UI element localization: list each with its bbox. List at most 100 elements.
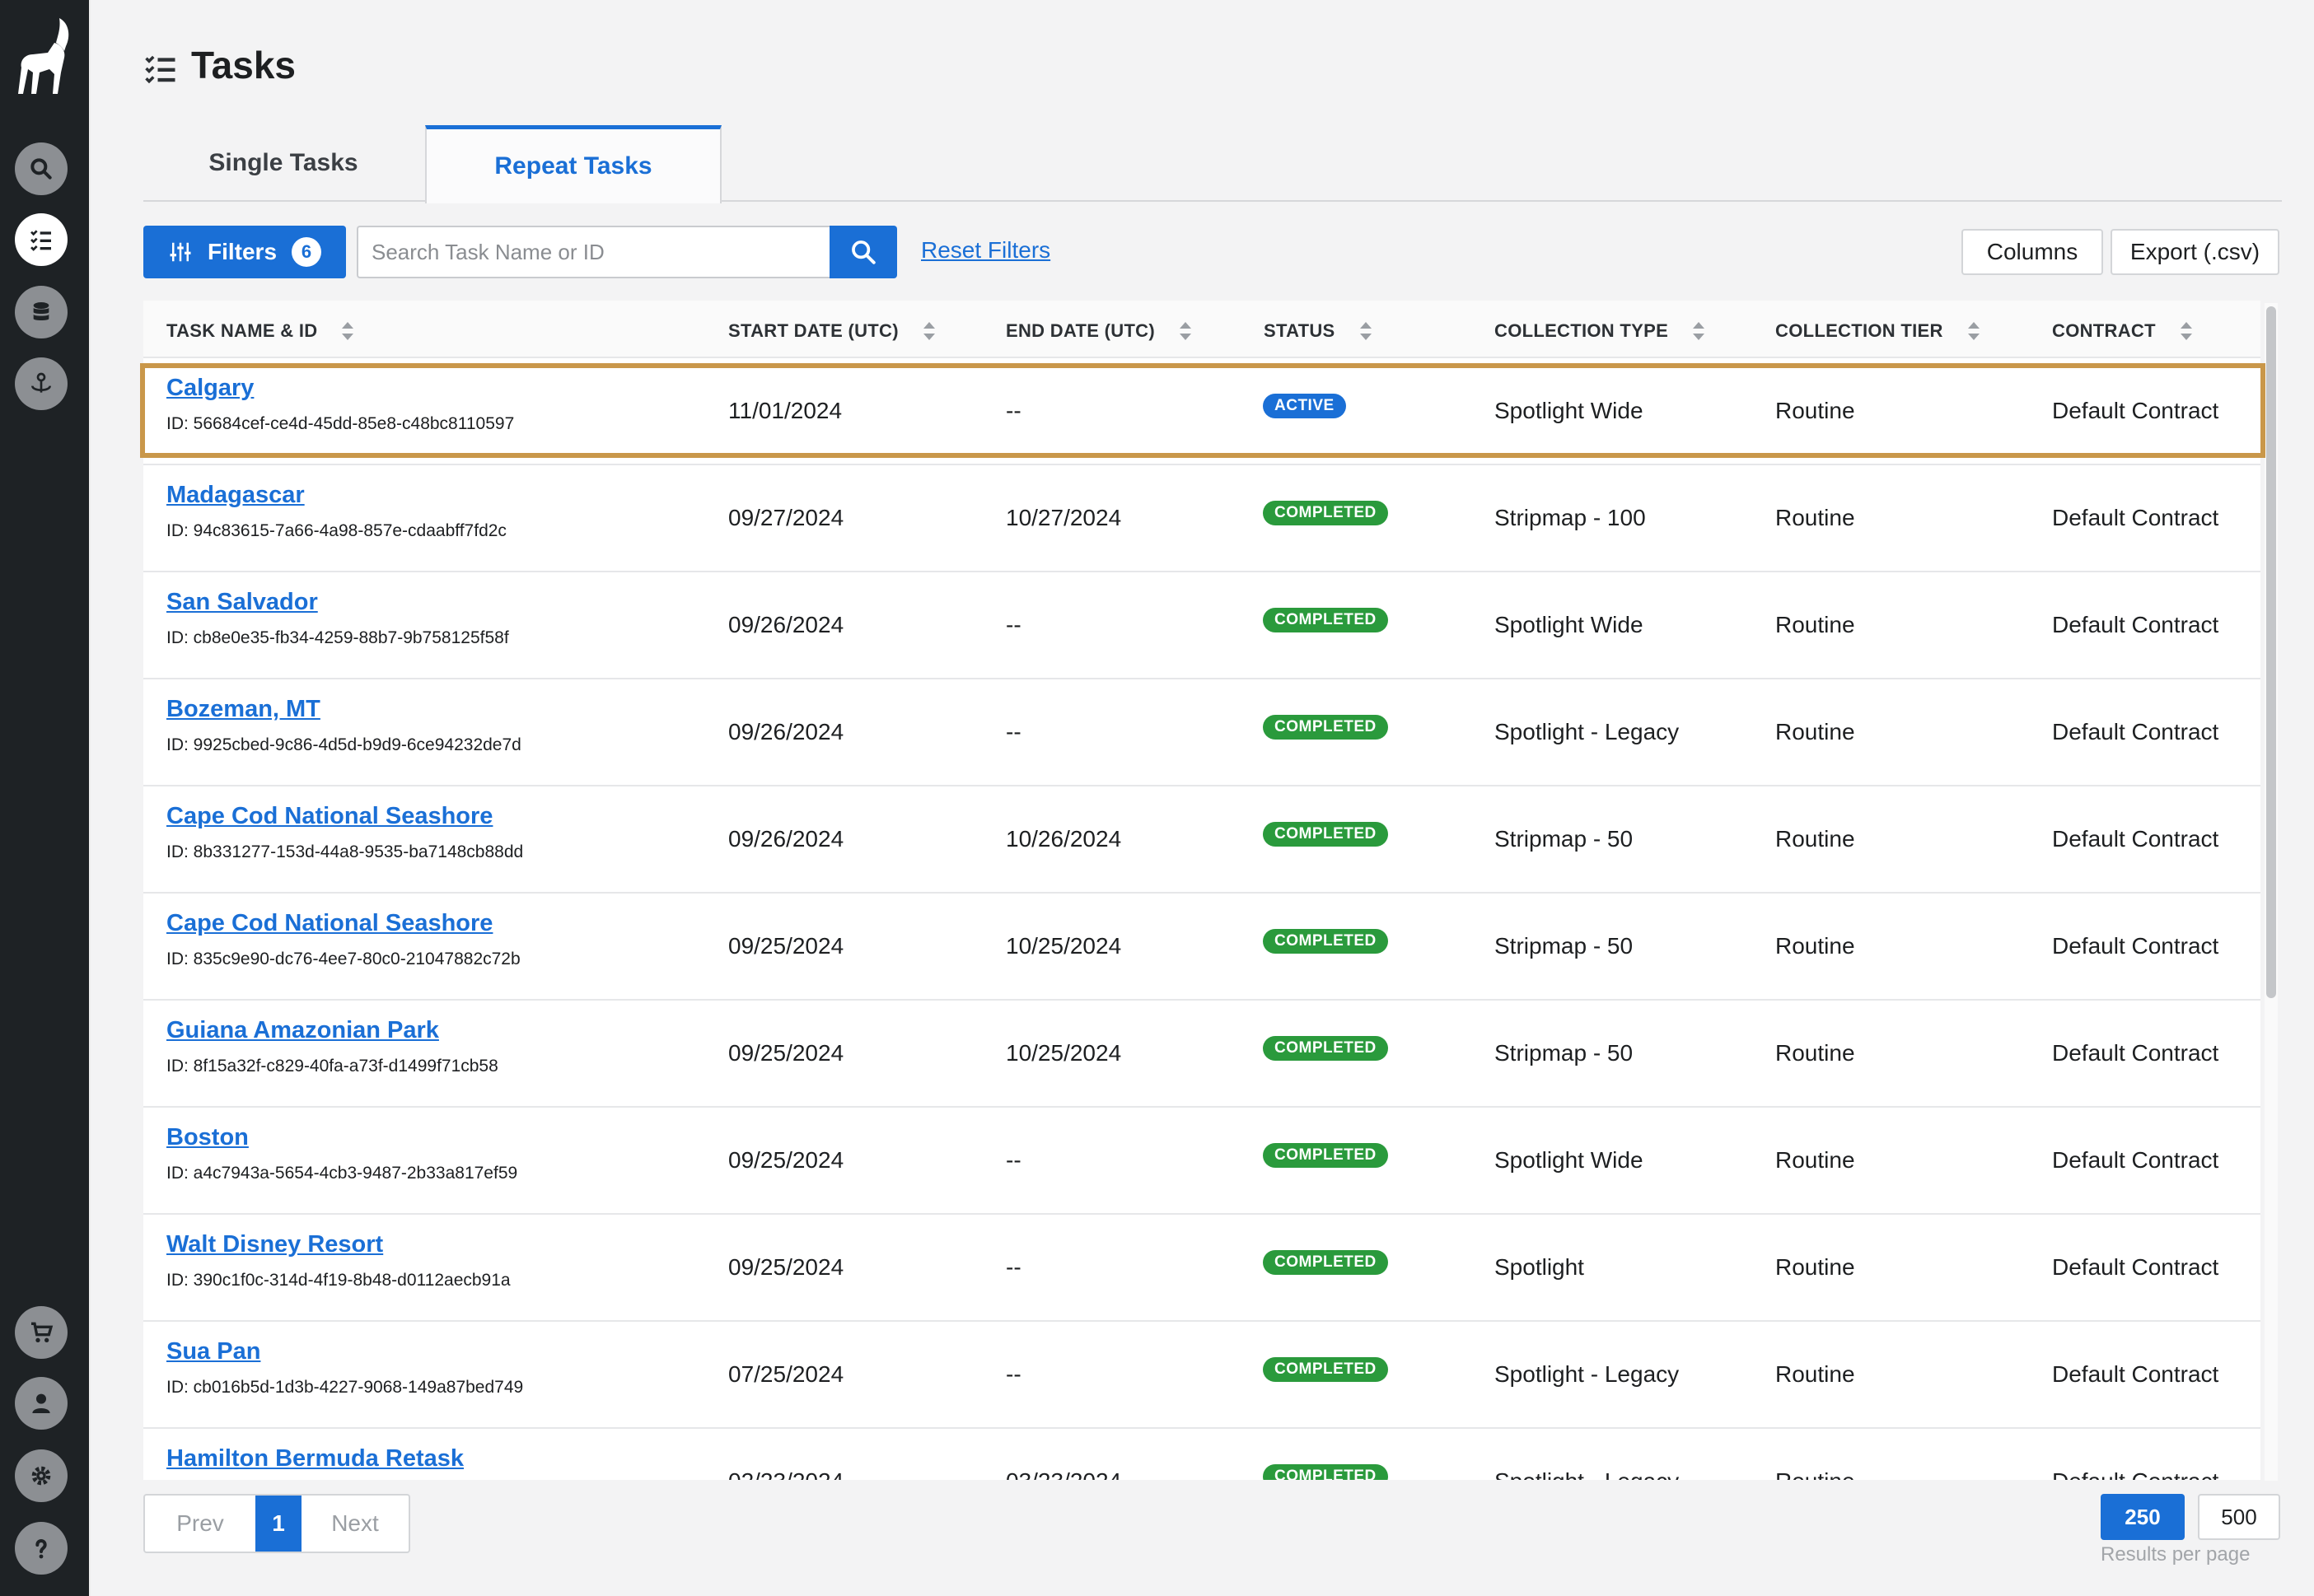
sort-icon[interactable] (1180, 322, 1191, 340)
status-badge: COMPLETED (1263, 608, 1388, 632)
next-page-button[interactable]: Next (302, 1496, 409, 1552)
table-row[interactable]: Boston ID: a4c7943a-5654-4cb3-9487-2b33a8… (143, 1106, 2260, 1215)
page-number-current[interactable]: 1 (255, 1496, 302, 1552)
ibex-logo-icon[interactable] (12, 15, 76, 97)
tasks-table: TASK NAME & ID START DATE (UTC) END DATE… (143, 301, 2260, 1480)
status-badge: COMPLETED (1263, 1357, 1388, 1382)
task-name-link[interactable]: Cape Cod National Seashore (166, 910, 493, 937)
results-per-page-label: Results per page (2101, 1543, 2251, 1566)
column-header-status[interactable]: STATUS (1264, 320, 1372, 342)
collection-type: Stripmap - 100 (1494, 505, 1646, 530)
filters-button[interactable]: Filters 6 (143, 226, 346, 278)
status-badge: COMPLETED (1263, 1036, 1388, 1061)
search-icon (30, 158, 52, 180)
table-row[interactable]: Bozeman, MT ID: 9925cbed-9c86-4d5d-b9d9-6… (143, 678, 2260, 786)
table-row[interactable]: Hamilton Bermuda RetaskID: a00b8ae4-c5cc… (143, 1427, 2260, 1480)
sidebar-item-search[interactable] (15, 142, 68, 195)
start-date: 09/25/2024 (728, 933, 844, 959)
sort-icon[interactable] (1359, 322, 1372, 340)
task-name-link[interactable]: Madagascar (166, 482, 305, 509)
collection-type: Spotlight - Legacy (1494, 1361, 1680, 1387)
sidebar-item-tasks[interactable] (15, 213, 68, 266)
table-row[interactable]: San Salvador ID: cb8e0e35-fb34-4259-88b7-… (143, 571, 2260, 679)
tab-single-tasks[interactable]: Single Tasks (143, 125, 423, 201)
table-row[interactable]: Walt Disney Resort ID: 390c1f0c-314d-4f19… (143, 1213, 2260, 1322)
column-header-end-date[interactable]: END DATE (UTC) (1006, 320, 1191, 342)
column-header-task-name[interactable]: TASK NAME & ID (166, 320, 354, 342)
sort-icon[interactable] (342, 322, 354, 340)
results-per-page-250[interactable]: 250 (2101, 1494, 2185, 1540)
end-date: -- (1006, 398, 1021, 423)
collection-tier: Routine (1775, 933, 1855, 959)
end-date: -- (1006, 612, 1021, 637)
table-row[interactable]: Calgary ID: 56684cef-ce4d-45dd-85e8-c48bc… (143, 357, 2260, 465)
task-list-icon (30, 230, 51, 251)
collection-tier: Routine (1775, 505, 1855, 530)
contract: Default Contract (2052, 505, 2219, 530)
tab-repeat-tasks[interactable]: Repeat Tasks (425, 125, 722, 203)
task-name-link[interactable]: Cape Cod National Seashore (166, 803, 493, 830)
end-date: -- (1006, 1147, 1021, 1173)
collection-type: Stripmap - 50 (1494, 933, 1634, 959)
sidebar-item-account[interactable] (15, 1377, 68, 1430)
search-button[interactable] (830, 226, 897, 278)
column-header-collection-tier[interactable]: COLLECTION TIER (1775, 320, 1980, 342)
table-row[interactable]: Cape Cod National Seashore ID: 835c9e90-d… (143, 892, 2260, 1001)
status-badge: COMPLETED (1263, 929, 1388, 954)
collection-type: Spotlight (1494, 1254, 1584, 1280)
table-row[interactable]: Madagascar ID: 94c83615-7a66-4a98-857e-cd… (143, 464, 2260, 572)
task-id: ID: 94c83615-7a66-4a98-857e-cdaabff7fd2c (166, 521, 507, 540)
sort-icon[interactable] (1967, 322, 1980, 340)
sidebar-item-help[interactable] (15, 1522, 68, 1575)
end-date: -- (1006, 1254, 1021, 1280)
end-date: 10/26/2024 (1006, 826, 1122, 852)
column-header-collection-type[interactable]: COLLECTION TYPE (1494, 320, 1705, 342)
task-id: ID: 8b331277-153d-44a8-9535-ba7148cb88dd (166, 842, 524, 861)
task-name-link[interactable]: Walt Disney Resort (166, 1231, 383, 1258)
task-name-link[interactable]: San Salvador (166, 589, 318, 616)
prev-page-button[interactable]: Prev (145, 1496, 255, 1552)
task-name-link[interactable]: Guiana Amazonian Park (166, 1017, 439, 1044)
task-name-link[interactable]: Calgary (166, 375, 254, 402)
task-id: ID: 835c9e90-dc76-4ee7-80c0-21047882c72b (166, 950, 521, 968)
sidebar-item-settings[interactable] (15, 1449, 68, 1502)
task-name-link[interactable]: Boston (166, 1124, 249, 1151)
help-icon (35, 1539, 47, 1559)
sort-icon[interactable] (1693, 322, 1705, 340)
collection-tier: Routine (1775, 1147, 1855, 1173)
table-scrollbar-thumb[interactable] (2266, 306, 2276, 998)
task-name-link[interactable]: Hamilton Bermuda Retask (166, 1445, 464, 1472)
status-badge: COMPLETED (1263, 1250, 1388, 1275)
column-header-label: CONTRACT (2052, 320, 2156, 341)
filters-label: Filters (208, 239, 278, 264)
sidebar-item-data[interactable] (15, 286, 68, 338)
status-badge: COMPLETED (1263, 1143, 1388, 1168)
sliders-icon (170, 242, 191, 262)
sidebar-item-tasking[interactable] (15, 357, 68, 410)
column-header-label: TASK NAME & ID (166, 320, 318, 341)
table-row[interactable]: Guiana Amazonian Park ID: 8f15a32f-c829-4… (143, 999, 2260, 1108)
contract: Default Contract (2052, 1147, 2219, 1173)
task-name-link[interactable]: Sua Pan (166, 1338, 260, 1365)
start-date: 09/26/2024 (728, 612, 844, 637)
collection-type: Spotlight Wide (1494, 612, 1643, 637)
columns-button[interactable]: Columns (1961, 229, 2103, 275)
sidebar-item-cart[interactable] (15, 1306, 68, 1359)
sort-icon[interactable] (923, 322, 935, 340)
sidebar (0, 0, 91, 1596)
start-date: 09/25/2024 (728, 1040, 844, 1066)
task-id: ID: 56684cef-ce4d-45dd-85e8-c48bc8110597 (166, 414, 515, 433)
table-row[interactable]: Cape Cod National Seashore ID: 8b331277-1… (143, 785, 2260, 894)
search-input[interactable] (357, 226, 830, 278)
results-per-page-500[interactable]: 500 (2198, 1494, 2280, 1540)
table-row[interactable]: Sua Pan ID: cb016b5d-1d3b-4227-9068-149a8… (143, 1320, 2260, 1429)
collection-tier: Routine (1775, 1468, 1855, 1480)
sort-icon[interactable] (2180, 322, 2192, 340)
task-name-link[interactable]: Bozeman, MT (166, 696, 320, 723)
reset-filters-link[interactable]: Reset Filters (921, 237, 1050, 264)
export-csv-button[interactable]: Export (.csv) (2111, 229, 2279, 275)
cart-icon (31, 1322, 54, 1342)
column-header-label: STATUS (1264, 320, 1335, 341)
column-header-contract[interactable]: CONTRACT (2052, 320, 2192, 342)
column-header-start-date[interactable]: START DATE (UTC) (728, 320, 935, 342)
